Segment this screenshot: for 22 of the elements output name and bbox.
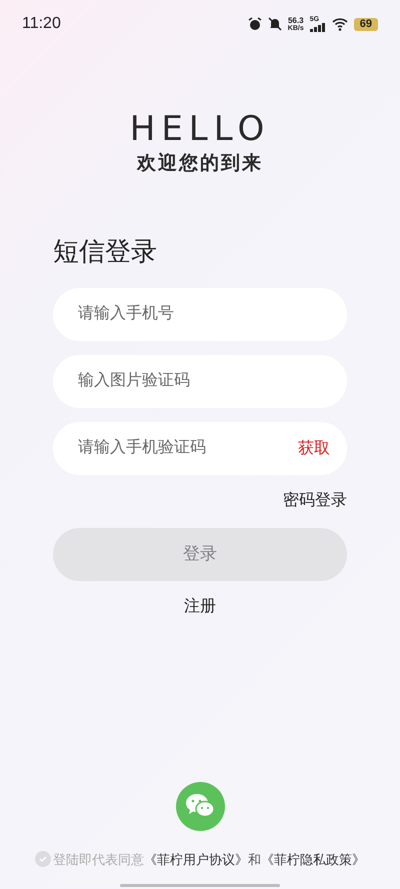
alarm-icon [248,17,262,31]
get-code-button[interactable]: 获取 [298,436,330,460]
wechat-icon [185,793,215,819]
status-time: 11:20 [22,14,61,34]
privacy-policy-link[interactable]: 《菲柠隐私政策》 [261,850,365,869]
signal-icon [310,23,326,32]
welcome-subtitle: 欢迎您的到来 [137,152,263,176]
net-speed: 56.3 [288,16,304,24]
input-field[interactable]: 请输入手机号 [53,288,347,340]
and-text: 和 [248,850,261,868]
check-icon [38,854,48,864]
wifi-icon [332,18,348,30]
agree-checkbox[interactable] [35,851,51,868]
bell-muted-icon [268,17,282,31]
register-link[interactable]: 注册 [184,594,216,618]
input-field[interactable]: 输入图片验证码 [53,354,347,408]
password-login-link[interactable]: 密码登录 [283,488,347,512]
hello-title: HELLO [130,110,270,148]
agreement-text: 登陆即代表同意 [53,850,144,868]
battery-level: 69 [354,18,378,30]
user-agreement-link[interactable]: 《菲柠用户协议》 [144,850,248,869]
form-title: 短信登录 [53,234,158,268]
